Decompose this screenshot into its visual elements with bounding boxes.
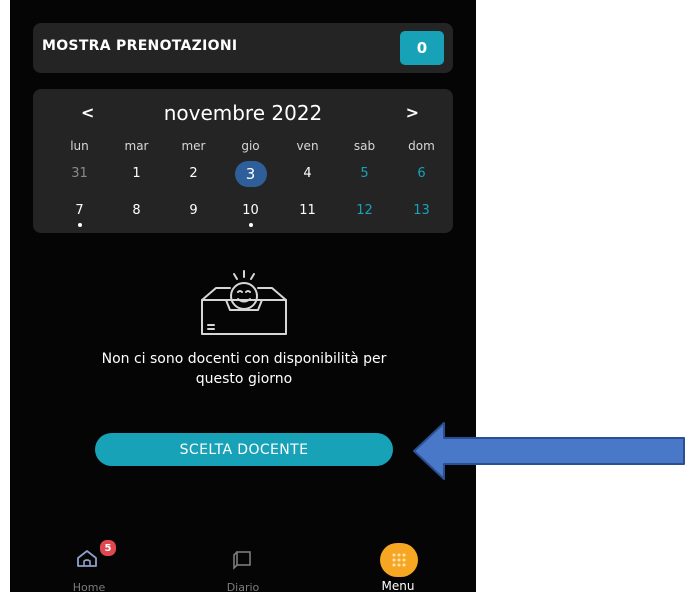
weekday-label: gio: [241, 139, 260, 153]
weekday-label: dom: [408, 139, 435, 153]
weekday-label: mar: [124, 139, 149, 153]
calendar-month-title: novembre 2022: [163, 101, 323, 125]
event-dot: [77, 223, 82, 227]
empty-state-message: Non ci sono docenti con disponibilità pe…: [34, 349, 454, 389]
weekday-label: mer: [181, 139, 206, 153]
day-number: 6: [417, 166, 426, 181]
day-number: 12: [356, 203, 373, 218]
calendar-week-row: 31 1 2 3 4 5 6: [51, 161, 451, 187]
calendar-day[interactable]: 9: [165, 203, 222, 218]
calendar-day[interactable]: 12: [336, 203, 393, 218]
nav-home-label: Home: [72, 581, 106, 592]
day-number: 4: [303, 166, 312, 181]
next-month-button[interactable]: >: [406, 103, 419, 122]
weekday-label: sab: [353, 139, 376, 153]
calendar-day[interactable]: 4: [279, 166, 336, 187]
notification-badge: 5: [99, 539, 117, 557]
calendar-day[interactable]: 13: [393, 203, 450, 218]
day-number: 10: [242, 203, 259, 218]
menu-grid-icon: [380, 543, 418, 577]
calendar-day[interactable]: 6: [393, 166, 450, 187]
day-number: 5: [360, 166, 369, 181]
empty-message-line: questo giorno: [195, 371, 293, 387]
diary-icon: [233, 551, 251, 570]
bookings-toggle[interactable]: MOSTRA PRENOTAZIONI 0: [33, 23, 453, 73]
calendar-day[interactable]: 10: [222, 203, 279, 227]
empty-message-line: Non ci sono docenti con disponibilità pe…: [101, 351, 387, 367]
calendar-day[interactable]: 31: [51, 166, 108, 187]
day-number: 2: [189, 166, 198, 181]
day-number: 9: [189, 203, 198, 218]
calendar-day[interactable]: 7: [51, 203, 108, 227]
calendar-day[interactable]: 1: [108, 166, 165, 187]
nav-menu-label: Menu: [381, 579, 415, 592]
calendar-day-selected[interactable]: 3: [222, 161, 279, 187]
calendar: < novembre 2022 > lun mar mer gio ven sa…: [33, 89, 453, 233]
day-number: 3: [234, 161, 267, 187]
left-arrow-icon: [413, 422, 685, 480]
smiling-inbox-icon: [201, 270, 287, 335]
app-screen: MOSTRA PRENOTAZIONI 0 < novembre 2022 > …: [10, 0, 476, 592]
calendar-day[interactable]: 2: [165, 166, 222, 187]
nav-diario-label: Diario: [226, 581, 260, 592]
calendar-week-row: 7 8 9 10 11 12 13: [51, 203, 451, 227]
weekday-header-row: lun mar mer gio ven sab dom: [51, 139, 451, 153]
day-number: 8: [132, 203, 141, 218]
calendar-day[interactable]: 8: [108, 203, 165, 218]
choose-teacher-button[interactable]: SCELTA DOCENTE: [95, 433, 393, 466]
weekday-label: ven: [296, 139, 319, 153]
calendar-day[interactable]: 5: [336, 166, 393, 187]
day-number: 7: [75, 203, 84, 218]
day-number: 1: [132, 166, 141, 181]
event-dot: [248, 223, 253, 227]
calendar-day[interactable]: 11: [279, 203, 336, 218]
day-number: 13: [413, 203, 430, 218]
home-icon: [77, 550, 97, 567]
bookings-count-badge[interactable]: 0: [400, 31, 444, 65]
day-number: 11: [299, 203, 316, 218]
day-number: 31: [71, 166, 88, 181]
weekday-label: lun: [70, 139, 89, 153]
bookings-label: MOSTRA PRENOTAZIONI: [42, 38, 238, 54]
